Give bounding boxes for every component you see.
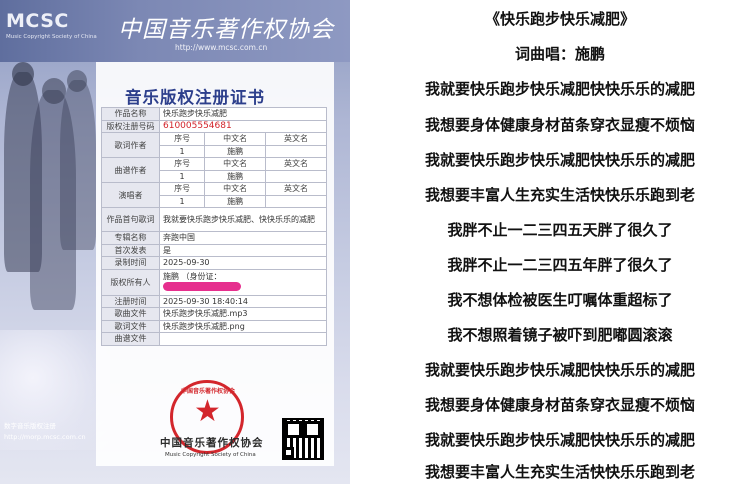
field-label: 专辑名称 bbox=[101, 231, 160, 245]
owner-name: 施鹏 bbox=[163, 272, 179, 281]
lyrics-panel: 《快乐跑步快乐减肥》 词曲唱：施鹏 我就要快乐跑步快乐减肥快快乐乐的减肥 我想要… bbox=[370, 0, 750, 484]
field-label: 版权所有人 bbox=[101, 268, 160, 296]
association-english-name: Music Copyright Society of China bbox=[165, 452, 256, 458]
decorative-glow bbox=[0, 330, 110, 450]
lyric-line: 我想要身体健康身材苗条穿衣显瘦不烦恼 bbox=[424, 116, 695, 134]
mcsc-logo-subtitle: Music Copyright Society of China bbox=[6, 34, 97, 40]
redaction-mark bbox=[163, 282, 241, 291]
table-row: 作品首句歌词 我就要快乐跑步快乐减肥、快快乐乐的减肥 bbox=[101, 207, 327, 232]
person-en-name bbox=[265, 169, 327, 183]
lyric-file: 快乐跑步快乐减肥.png bbox=[159, 319, 327, 333]
field-label: 录制时间 bbox=[101, 256, 160, 270]
lyric-line: 我就要快乐跑步快乐减肥快快乐乐的减肥 bbox=[424, 151, 695, 169]
score-file bbox=[159, 332, 327, 346]
table-row: 版权注册号码 610005554681 bbox=[101, 119, 327, 133]
person-number: 1 bbox=[158, 194, 206, 208]
table-row: 注册时间 2025-09-30 18:40:14 bbox=[101, 294, 327, 308]
registration-time: 2025-09-30 18:40:14 bbox=[159, 294, 327, 308]
table-row: 首次发表 是 bbox=[101, 243, 327, 257]
person-number: 1 bbox=[158, 144, 206, 158]
silhouette-head bbox=[42, 78, 66, 104]
table-row: 作品名称 快乐跑步快乐减肥 bbox=[101, 107, 327, 121]
table-row: 歌词作者 序号 中文名 英文名 bbox=[101, 132, 327, 158]
seal-star-icon: ★ bbox=[194, 394, 221, 429]
lyric-line: 我不想体检被医生叮嘱体重超标了 bbox=[447, 291, 673, 309]
lyric-line: 我不想照着镜子被吓到肥嘟圆滚滚 bbox=[447, 326, 673, 344]
table-row: 歌曲文件 快乐跑步快乐减肥.mp3 bbox=[101, 307, 327, 321]
field-label: 作品首句歌词 bbox=[101, 207, 160, 232]
person-en-name bbox=[265, 194, 327, 208]
column-header: 英文名 bbox=[265, 182, 327, 196]
silhouette-figure bbox=[60, 80, 96, 250]
left-footer-label: 数字音乐版权注册 bbox=[4, 422, 56, 430]
table-row: 版权所有人 施鹏 （身份证： bbox=[101, 268, 327, 296]
field-label: 版权注册号码 bbox=[101, 119, 160, 133]
certificate-title: 音乐版权注册证书 bbox=[125, 88, 265, 107]
society-url: http://www.mcsc.com.cn bbox=[175, 43, 268, 52]
field-label: 曲谱文件 bbox=[101, 332, 160, 346]
association-name: 中国音乐著作权协会 bbox=[160, 437, 264, 449]
lyric-line: 我胖不止一二三四五年胖了很久了 bbox=[447, 256, 673, 274]
column-header: 序号 bbox=[158, 182, 206, 196]
table-row: 曲谱文件 bbox=[101, 332, 327, 346]
table-row: 专辑名称 奔跑中国 bbox=[101, 231, 327, 245]
mcsc-logo: MCSC bbox=[6, 10, 69, 32]
lyric-line: 我想要身体健康身材苗条穿衣显瘦不烦恼 bbox=[424, 396, 695, 414]
first-release: 是 bbox=[159, 243, 327, 257]
work-name-value: 快乐跑步快乐减肥 bbox=[159, 107, 327, 121]
copyright-owner: 施鹏 （身份证： bbox=[159, 268, 327, 296]
registration-number: 610005554681 bbox=[159, 119, 327, 133]
field-label: 歌词作者 bbox=[101, 132, 160, 158]
left-footer-url: http://morp.mcsc.com.cn bbox=[4, 433, 86, 441]
silhouette-head bbox=[67, 70, 87, 92]
first-lyric-line: 我就要快乐跑步快乐减肥、快快乐乐的减肥 bbox=[159, 207, 327, 232]
column-header: 序号 bbox=[158, 132, 206, 146]
song-file: 快乐跑步快乐减肥.mp3 bbox=[159, 307, 327, 321]
lyric-line: 我就要快乐跑步快乐减肥快快乐乐的减肥 bbox=[424, 431, 695, 449]
table-row: 歌词文件 快乐跑步快乐减肥.png bbox=[101, 319, 327, 333]
silhouette-head bbox=[12, 62, 34, 86]
certificate-table: 作品名称 快乐跑步快乐减肥 版权注册号码 610005554681 歌词作者 序… bbox=[101, 107, 327, 346]
table-row: 录制时间 2025-09-30 bbox=[101, 256, 327, 270]
lyric-line: 我就要快乐跑步快乐减肥快快乐乐的减肥 bbox=[424, 80, 695, 98]
column-header: 英文名 bbox=[265, 132, 327, 146]
lyric-line: 我想要丰富人生充实生活快快乐乐跑到老 bbox=[424, 463, 695, 481]
owner-id-prefix: （身份证： bbox=[181, 272, 222, 281]
field-label: 歌词文件 bbox=[101, 319, 160, 333]
album-name: 奔跑中国 bbox=[159, 231, 327, 245]
person-number: 1 bbox=[158, 169, 206, 183]
record-time: 2025-09-30 bbox=[159, 256, 327, 270]
song-title: 《快乐跑步快乐减肥》 bbox=[484, 10, 635, 28]
song-credit: 词曲唱：施鹏 bbox=[514, 45, 605, 63]
column-header: 中文名 bbox=[204, 132, 267, 146]
field-label: 作品名称 bbox=[101, 107, 160, 121]
lyric-line: 我就要快乐跑步快乐减肥快快乐乐的减肥 bbox=[424, 361, 695, 379]
field-label: 曲谱作者 bbox=[101, 157, 160, 183]
lyric-line: 我想要丰富人生充实生活快快乐乐跑到老 bbox=[424, 186, 695, 204]
person-name: 施鹏 bbox=[204, 194, 267, 208]
copyright-certificate: MCSC Music Copyright Society of China 中国… bbox=[0, 0, 350, 484]
lyric-line: 我胖不止一二三四五天胖了很久了 bbox=[447, 221, 673, 239]
person-name: 施鹏 bbox=[204, 144, 267, 158]
column-header: 英文名 bbox=[265, 157, 327, 171]
table-row: 曲谱作者 序号 中文名 英文名 bbox=[101, 157, 327, 183]
field-label: 演唱者 bbox=[101, 182, 160, 208]
column-header: 中文名 bbox=[204, 157, 267, 171]
table-row: 演唱者 序号 中文名 英文名 bbox=[101, 182, 327, 208]
person-name: 施鹏 bbox=[204, 169, 267, 183]
field-label: 歌曲文件 bbox=[101, 307, 160, 321]
person-en-name bbox=[265, 144, 327, 158]
field-label: 首次发表 bbox=[101, 243, 160, 257]
column-header: 中文名 bbox=[204, 182, 267, 196]
field-label: 注册时间 bbox=[101, 294, 160, 308]
column-header: 序号 bbox=[158, 157, 206, 171]
society-calligraphy-title: 中国音乐著作权协会 bbox=[118, 17, 334, 43]
qr-code-finder bbox=[283, 447, 294, 458]
